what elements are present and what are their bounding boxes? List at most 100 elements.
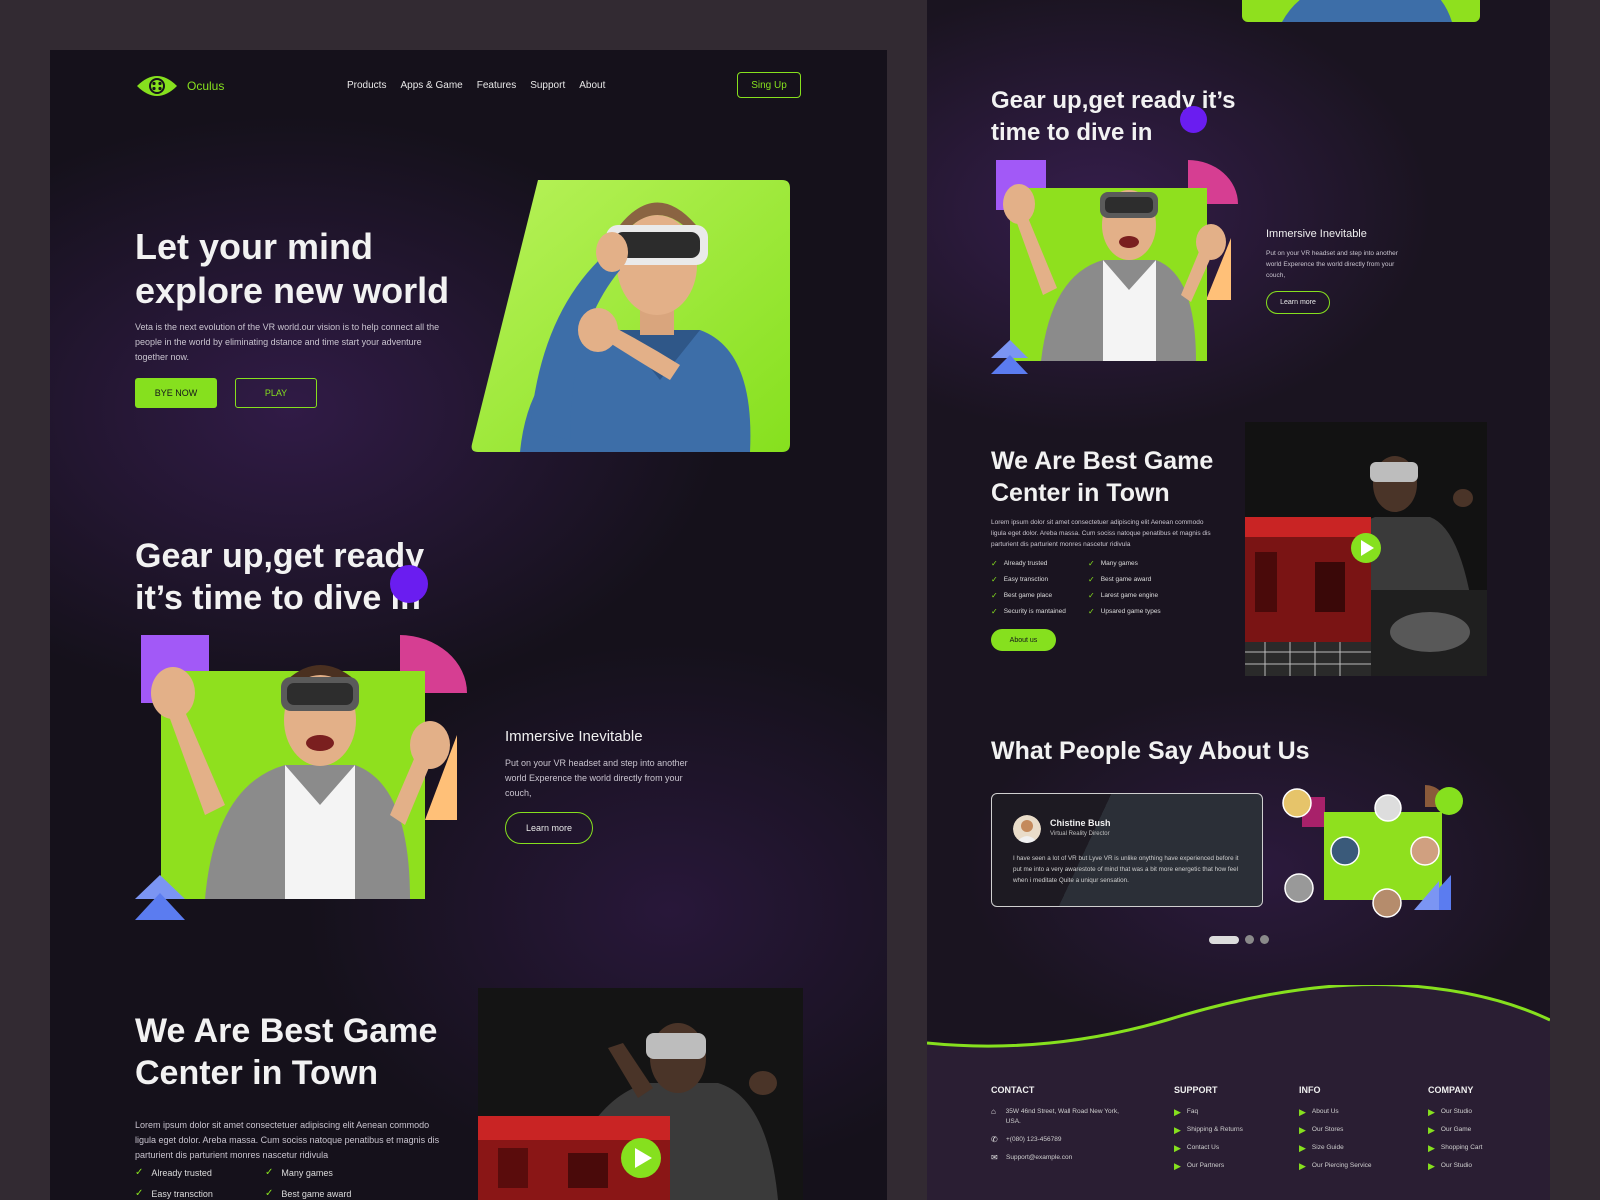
gear-vr-image [991,160,1238,374]
game-center-image [478,988,803,1200]
triangle-bullet-icon: ▶ [1428,1107,1435,1117]
check-icon: ✓ [135,1188,144,1199]
footer-link[interactable]: ▶ Our Piercing Service [1299,1161,1409,1171]
footer-email[interactable]: ✉ Support@example.con [991,1153,1131,1163]
triangle-bullet-icon: ▶ [1428,1143,1435,1153]
footer-contact: CONTACT ⌂ 35W 46nd Street, Wall Road New … [991,1085,1131,1171]
footer-heading: CONTACT [991,1085,1035,1095]
nav-support[interactable]: Support [530,80,565,91]
footer-company: COMPANY ▶ Our Studio ▶ Our Game ▶ Shopping … [1428,1085,1518,1179]
footer-link[interactable]: ▶ Contact Us [1174,1143,1274,1153]
footer-phone[interactable]: ✆ +(080) 123-456789 [991,1135,1131,1145]
about-us-button[interactable]: About us [991,629,1056,651]
brand-name: Oculus [187,79,225,93]
footer-info: INFO ▶ About Us ▶ Our Stores ▶ Size Guide ▶… [1299,1085,1409,1179]
footer-link[interactable]: ▶ Our Studio [1428,1161,1518,1171]
list-item: ✓ Upsared game types [1088,607,1161,616]
check-icon: ✓ [991,607,998,616]
feature-list: ✓ Already trusted ✓ Many games ✓ Easy trans… [135,1167,405,1199]
nav-features[interactable]: Features [477,80,516,91]
list-item: ✓ Easy transction [991,575,1049,584]
testimonial-avatars-illustration [1282,785,1463,918]
footer-link[interactable]: ▶ Our Partners [1174,1161,1274,1171]
check-icon: ✓ [991,591,998,600]
testimonial-name: Chistine Bush [1050,818,1111,828]
mail-icon: ✉ [991,1153,998,1162]
nav-products[interactable]: Products [347,80,386,91]
footer-link[interactable]: ▶ About Us [1299,1107,1409,1117]
footer-link[interactable]: ▶ Our Stores [1299,1125,1409,1135]
check-icon: ✓ [265,1167,274,1178]
list-item: ✓ Already trusted [991,559,1048,568]
play-button[interactable]: PLAY [235,378,317,408]
footer-link[interactable]: ▶ Size Guide [1299,1143,1409,1153]
triangle-bullet-icon: ▶ [1299,1143,1306,1153]
footer-heading: COMPANY [1428,1085,1474,1095]
landing-page-desktop: Oculus Products Apps & Game Features Sup… [50,50,887,1200]
triangle-bullet-icon: ▶ [1174,1143,1181,1153]
home-icon: ⌂ [991,1107,996,1116]
carousel-dot[interactable] [1260,935,1269,944]
signup-button[interactable]: Sing Up [737,72,801,98]
buy-now-button[interactable]: BYE NOW [135,378,217,408]
list-item: ✓ Best game place [991,591,1053,600]
purple-dot-decoration [1180,106,1207,133]
triangle-bullet-icon: ▶ [1299,1161,1306,1171]
hero-title: Let your mind explore new world [135,226,450,311]
carousel-dot[interactable] [1245,935,1254,944]
triangle-bullet-icon: ▶ [1299,1125,1306,1135]
footer-link[interactable]: ▶ Our Studio [1428,1107,1518,1117]
immersive-title: Immersive Inevitable [1266,228,1367,240]
list-item: ✓ Larest game engine [1088,591,1159,600]
footer-heading: INFO [1299,1085,1321,1095]
hero-description: Veta is the next evolution of the VR wor… [135,322,440,362]
purple-dot-decoration [390,565,428,603]
nav-about[interactable]: About [579,80,605,91]
list-item: ✓ Already trusted [135,1167,212,1178]
check-icon: ✓ [1088,575,1095,584]
footer-link[interactable]: ▶ Shopping Cart [1428,1143,1518,1153]
game-center-collage [1245,422,1487,676]
best-game-title: We Are Best Game Center in Town [991,447,1214,507]
nav-apps-game[interactable]: Apps & Game [400,80,462,91]
hero-image-crop [1242,0,1480,22]
list-item: ✓ Security is mantained [991,607,1066,616]
immersive-title: Immersive Inevitable [505,728,643,745]
check-icon: ✓ [1088,607,1095,616]
main-nav: Products Apps & Game Features Support Ab… [347,80,605,91]
footer-link[interactable]: ▶ Shipping & Returns [1174,1125,1274,1135]
feature-list: ✓ Already trusted ✓ Many games ✓ Easy trans… [991,559,1191,616]
best-game-description: Lorem ipsum dolor sit amet consectetuer … [991,519,1211,548]
footer-link[interactable]: ▶ Our Game [1428,1125,1518,1135]
check-icon: ✓ [991,575,998,584]
footer-heading: SUPPORT [1174,1085,1218,1095]
testimonials-title: What People Say About Us [991,737,1310,765]
list-item: ✓ Best game award [1088,575,1152,584]
footer-address: ⌂ 35W 46nd Street, Wall Road New York, US… [991,1107,1119,1125]
landing-page-preview: Gear up,get ready it’s time to dive in I… [927,0,1550,1200]
phone-icon: ✆ [991,1135,998,1144]
learn-more-button[interactable]: Learn more [1266,291,1330,314]
brand-logo[interactable]: Oculus [135,72,224,100]
best-game-title: We Are Best Game Center in Town [135,1012,438,1092]
check-icon: ✓ [265,1188,274,1199]
triangle-bullet-icon: ▶ [1299,1107,1306,1117]
check-icon: ✓ [135,1167,144,1178]
list-item: ✓ Best game award [265,1188,352,1199]
immersive-description: Put on your VR headset and step into ano… [1266,250,1398,279]
list-item: ✓ Easy transction [135,1188,213,1199]
footer-link[interactable]: ▶ Faq [1174,1107,1274,1117]
carousel-pagination [1209,935,1269,944]
triangle-bullet-icon: ▶ [1428,1161,1435,1171]
learn-more-button[interactable]: Learn more [505,812,593,844]
check-icon: ✓ [1088,591,1095,600]
testimonial-text: I have seen a lot of VR but Lyve VR is u… [1013,855,1239,884]
avatar [1013,815,1041,843]
carousel-dot-active[interactable] [1209,935,1239,944]
gear-vr-image [135,635,467,920]
triangle-bullet-icon: ▶ [1174,1125,1181,1135]
best-game-description: Lorem ipsum dolor sit amet consectetuer … [135,1120,440,1160]
footer-support: SUPPORT ▶ Faq ▶ Shipping & Returns ▶ Contac… [1174,1085,1274,1179]
triangle-bullet-icon: ▶ [1428,1125,1435,1135]
immersive-description: Put on your VR headset and step into ano… [505,758,688,798]
